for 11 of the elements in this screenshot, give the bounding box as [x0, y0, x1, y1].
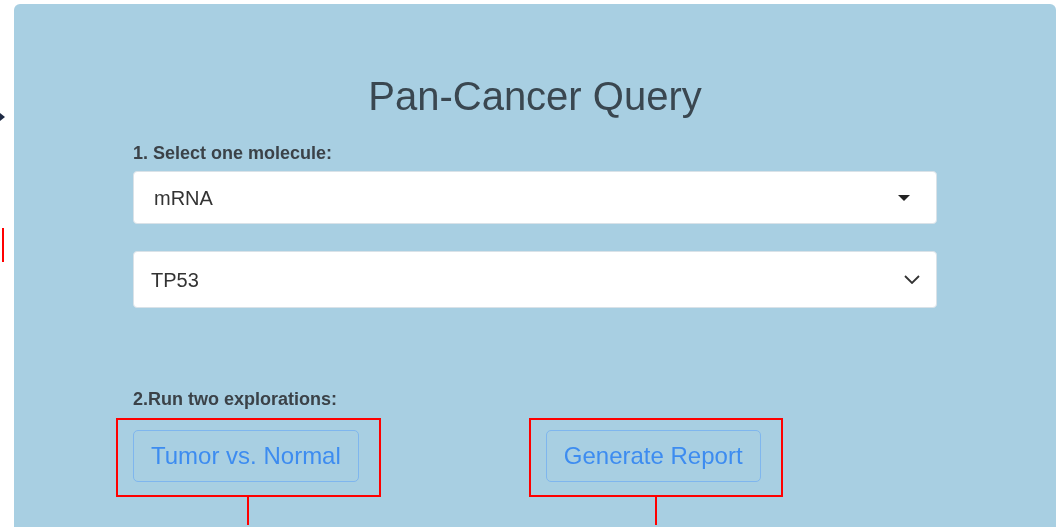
search-select[interactable]: TP53 [133, 251, 937, 308]
annotation-line [2, 228, 4, 262]
step-label: 2.Run two explorations: [133, 388, 338, 410]
select-value: mRNA [154, 185, 213, 211]
select-value: TP53 [151, 267, 199, 293]
caret-icon [898, 194, 910, 201]
chevron-down-icon [904, 275, 920, 284]
dropdown-select[interactable]: mRNA [133, 171, 937, 224]
arrowhead-icon [0, 112, 5, 122]
page-title: Pan-Cancer Query [368, 73, 702, 120]
step-label: 1. Select one molecule: [133, 142, 334, 164]
